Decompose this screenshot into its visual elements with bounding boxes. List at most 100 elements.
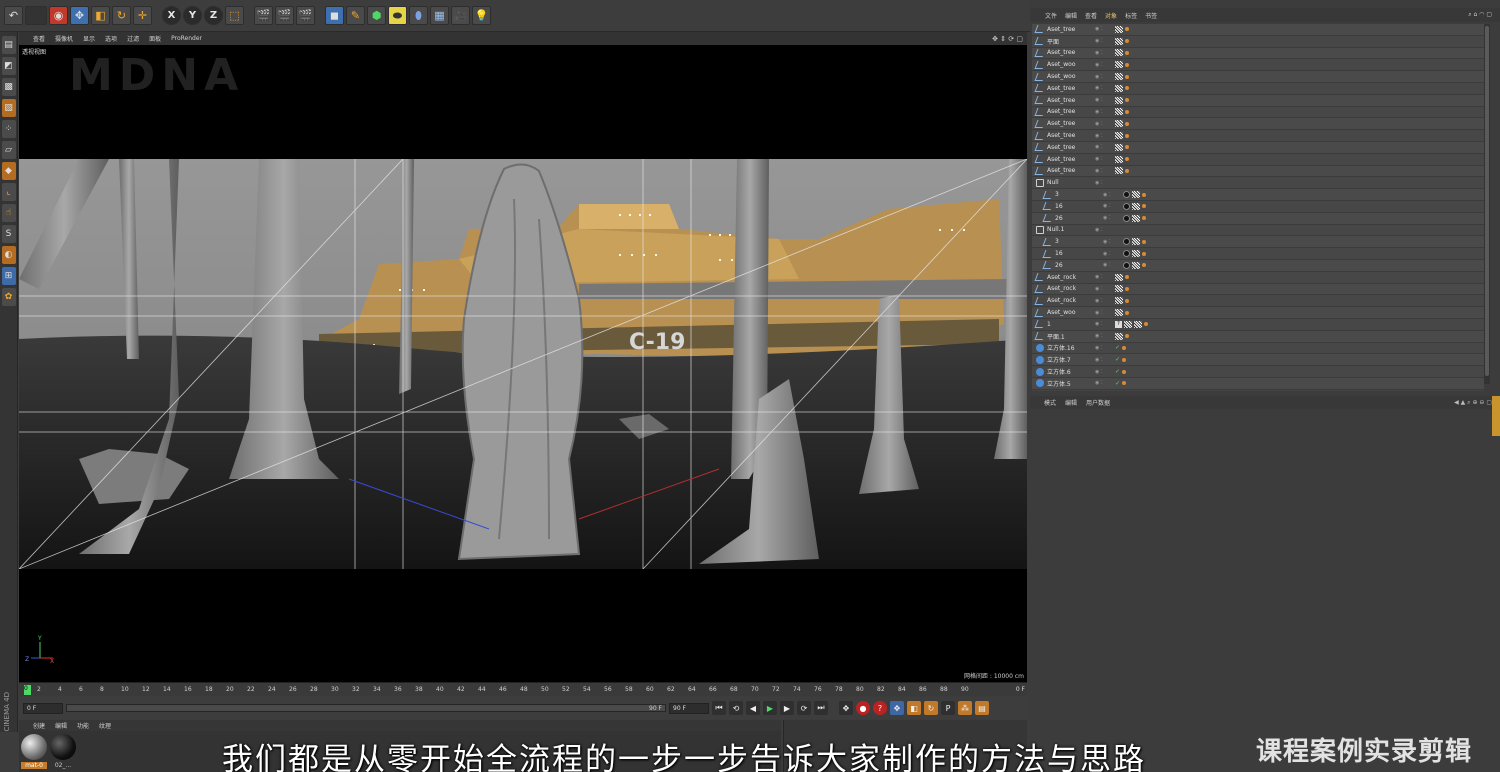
phong-tag-icon[interactable]	[1125, 133, 1129, 138]
phong-tag-icon[interactable]	[1125, 86, 1129, 91]
object-row[interactable]: 26 ◉ ⁚	[1032, 212, 1484, 225]
object-name[interactable]: Aset_tree	[1047, 144, 1095, 151]
polygons-mode-icon[interactable]: ◆	[1, 162, 16, 180]
texture-tag-icon[interactable]	[1134, 320, 1142, 328]
object-row[interactable]: Aset_tree ◉ ⁚	[1032, 153, 1484, 166]
phong-tag-icon[interactable]	[1125, 109, 1129, 114]
object-row[interactable]: 3 ◉ ⁚	[1032, 236, 1484, 249]
object-row[interactable]: Aset_tree ◉ ⁚	[1032, 47, 1484, 60]
perspective-viewport[interactable]: 透视视图 MDNA C-19 Y Z X 网格间距: 10000 cm	[19, 45, 1027, 682]
material-label[interactable]: mat-0	[21, 762, 47, 769]
object-row[interactable]: 立方体.5 ◉ ⁚ ✓	[1032, 377, 1484, 390]
phong-tag-icon[interactable]	[1125, 74, 1129, 79]
next-frame-icon[interactable]: ▶	[780, 701, 794, 715]
paint-icon[interactable]: ✿	[1, 288, 16, 306]
object-row[interactable]: Aset_tree ◉ ⁚	[1032, 118, 1484, 131]
object-name[interactable]: Aset_woo	[1047, 73, 1095, 80]
object-name[interactable]: 1	[1047, 321, 1095, 328]
texture-tag-icon[interactable]	[1115, 297, 1123, 305]
object-row[interactable]: Aset_tree ◉ ⁚	[1032, 106, 1484, 119]
object-row[interactable]: 立方体.7 ◉ ⁚ ✓	[1032, 354, 1484, 367]
workplane-lock-icon[interactable]: ⊞	[1, 267, 16, 285]
am-menu-mode[interactable]: 模式	[1044, 398, 1056, 407]
phong-tag-icon[interactable]	[1125, 121, 1129, 126]
object-row[interactable]: Aset_woo ◉ ⁚	[1032, 59, 1484, 72]
visibility-dots-icon[interactable]: ◉ ⁚	[1103, 203, 1123, 209]
object-name[interactable]: Aset_tree	[1047, 26, 1095, 33]
points-mode-icon[interactable]: ⁘	[1, 120, 16, 138]
visibility-dots-icon[interactable]: ◉ ⁚	[1095, 333, 1115, 339]
object-name[interactable]: 3	[1055, 238, 1103, 245]
object-name[interactable]: 16	[1055, 203, 1103, 210]
key-rotation-icon[interactable]: ↻	[924, 701, 938, 715]
checkmark-icon[interactable]: ✓	[1115, 344, 1120, 351]
om-menu-tags[interactable]: 标签	[1125, 11, 1137, 20]
texture-tag-icon[interactable]	[1132, 214, 1140, 222]
deformer-icon[interactable]: ⬬	[388, 6, 407, 25]
rotate-icon[interactable]: ↻	[112, 6, 131, 25]
object-row[interactable]: Null.1 ◉ ⁚	[1032, 224, 1484, 237]
material-tag-icon[interactable]	[1123, 202, 1130, 210]
material-tag-icon[interactable]	[1123, 261, 1130, 269]
visibility-dots-icon[interactable]: ◉ ⁚	[1095, 133, 1115, 139]
visibility-dots-icon[interactable]: ◉ ⁚	[1095, 286, 1115, 292]
object-name[interactable]: Null.1	[1047, 226, 1095, 233]
side-tab[interactable]	[1492, 396, 1500, 436]
viewport-nav-icons[interactable]: ✥ ⇕ ⟳ ▢	[992, 35, 1023, 43]
visibility-dots-icon[interactable]: ◉ ⁚	[1095, 180, 1115, 186]
object-name[interactable]: Aset_woo	[1047, 61, 1095, 68]
visibility-dots-icon[interactable]: ◉ ⁚	[1095, 321, 1115, 327]
phong-tag-icon[interactable]	[1122, 357, 1127, 362]
texture-tag-icon[interactable]	[1115, 25, 1123, 33]
phong-tag-icon[interactable]	[1142, 251, 1146, 256]
object-row[interactable]: 立方体.6 ◉ ⁚ ✓	[1032, 366, 1484, 378]
visibility-dots-icon[interactable]: ◉ ⁚	[1095, 156, 1115, 162]
key-pla-icon[interactable]: ⁂	[958, 701, 972, 715]
phong-tag-icon[interactable]	[1142, 192, 1146, 197]
visibility-dots-icon[interactable]: ◉ ⁚	[1095, 26, 1115, 32]
phong-tag-icon[interactable]	[1125, 310, 1129, 315]
phong-tag-icon[interactable]	[1125, 157, 1129, 162]
visibility-dots-icon[interactable]: ◉ ⁚	[1095, 310, 1115, 316]
object-row[interactable]: Aset_tree ◉ ⁚	[1032, 82, 1484, 95]
visibility-dots-icon[interactable]: ◉ ⁚	[1095, 85, 1115, 91]
object-row[interactable]: 立方体.16 ◉ ⁚ ✓	[1032, 342, 1484, 355]
visibility-dots-icon[interactable]: ◉ ⁚	[1095, 380, 1115, 386]
object-name[interactable]: Aset_tree	[1047, 97, 1095, 104]
visibility-dots-icon[interactable]: ◉ ⁚	[1095, 274, 1115, 280]
phong-tag-icon[interactable]	[1144, 322, 1148, 327]
object-row[interactable]: Aset_rock ◉ ⁚	[1032, 271, 1484, 284]
visibility-dots-icon[interactable]: ◉ ⁚	[1103, 215, 1123, 221]
material-tag-icon[interactable]	[1123, 214, 1130, 222]
x-axis-lock-icon[interactable]: X	[162, 6, 181, 25]
object-row[interactable]: Aset_rock ◉ ⁚	[1032, 283, 1484, 296]
floor-icon[interactable]: ▦	[430, 6, 449, 25]
material-menu-create[interactable]: 创建	[33, 721, 45, 730]
visibility-dots-icon[interactable]: ◉ ⁚	[1095, 97, 1115, 103]
am-menu-userdata[interactable]: 用户数据	[1086, 398, 1110, 407]
object-name[interactable]: 26	[1055, 215, 1103, 222]
timeline-ruler[interactable]: 0 2 4 6 8 10 12 14 16 18 20 22 24 26 28 30 32 34 36 38 40 42…	[19, 682, 1027, 696]
object-name[interactable]: 平面.1	[1047, 332, 1095, 341]
start-frame-field[interactable]: 0 F	[23, 702, 63, 714]
object-row[interactable]: Aset_tree ◉ ⁚	[1032, 94, 1484, 107]
phong-tag-icon[interactable]	[1125, 334, 1129, 339]
texture-tag-icon[interactable]	[1115, 84, 1123, 92]
om-menu-file[interactable]: 文件	[1045, 11, 1057, 20]
checkmark-icon[interactable]: ✓	[1115, 380, 1120, 387]
texture-tag-icon[interactable]	[1132, 191, 1140, 199]
object-row[interactable]: 平面.1 ◉ ⁚	[1032, 330, 1484, 343]
om-search-icon[interactable]: ⌕ ⌂ ◠ ▢	[1468, 11, 1492, 19]
snap-icon[interactable]: S	[1, 225, 16, 243]
object-name[interactable]: 平面	[1047, 37, 1095, 46]
scale-icon[interactable]: ◧	[91, 6, 110, 25]
object-row[interactable]: Aset_tree ◉ ⁚	[1032, 141, 1484, 154]
environment-icon[interactable]: ⬮	[409, 6, 428, 25]
visibility-dots-icon[interactable]: ◉ ⁚	[1095, 50, 1115, 56]
texture-tag-icon[interactable]	[1115, 61, 1123, 69]
unknown-tag-icon[interactable]: ?	[1115, 320, 1122, 328]
material-menu-texture[interactable]: 纹理	[99, 721, 111, 730]
material-menu-function[interactable]: 功能	[77, 721, 89, 730]
visibility-dots-icon[interactable]: ◉ ⁚	[1095, 109, 1115, 115]
object-row[interactable]: Null ◉ ⁚	[1032, 177, 1484, 190]
